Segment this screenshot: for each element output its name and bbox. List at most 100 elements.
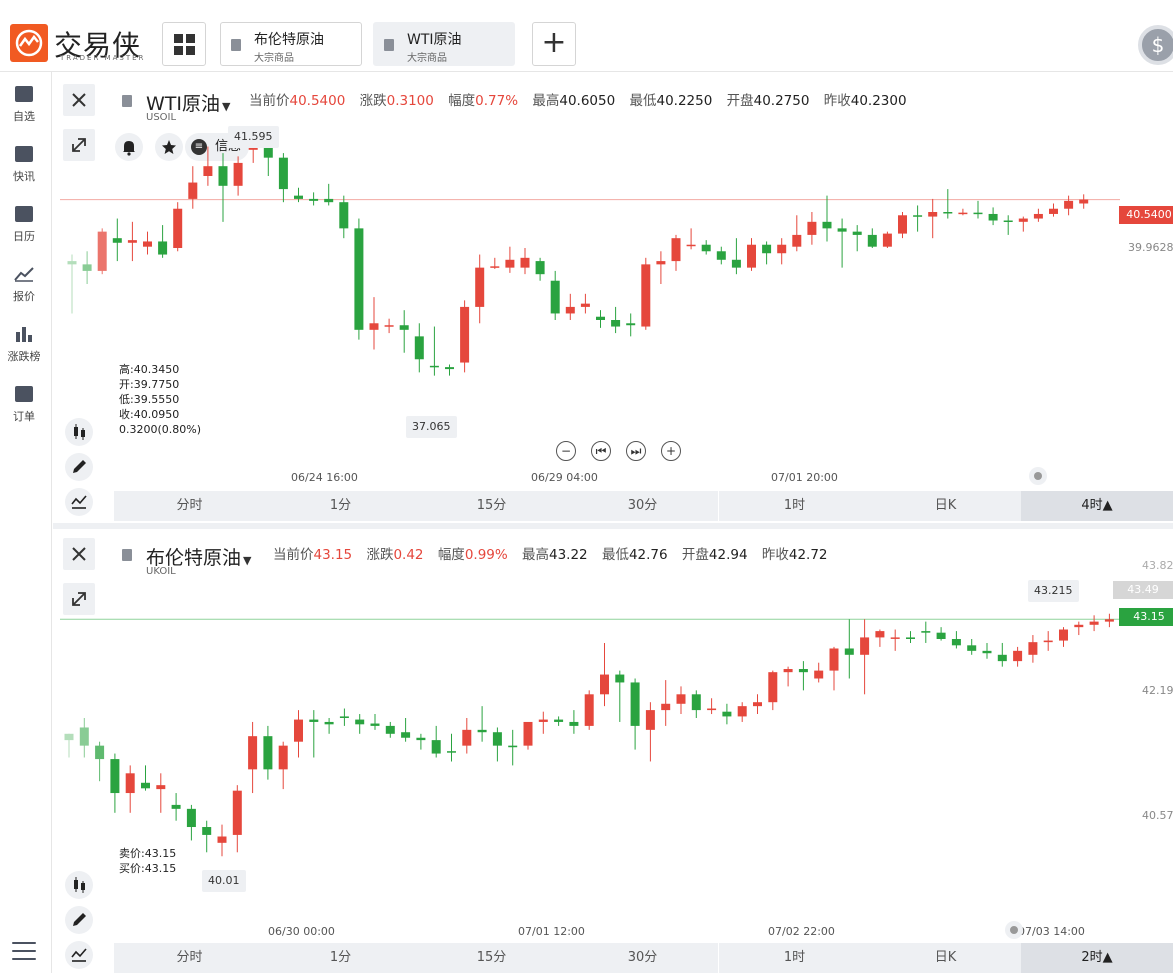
candle xyxy=(278,741,288,790)
time-axis-label: 06/30 00:00 xyxy=(268,925,335,938)
candle-type-button[interactable] xyxy=(65,871,93,899)
quote-label: 昨收 xyxy=(823,93,851,109)
period-tab[interactable]: 1时 xyxy=(719,491,870,521)
brent-quotes: 当前价43.15 涨跌0.42 幅度0.99% 最高43.22 最低42.76 … xyxy=(273,543,828,563)
period-tab[interactable]: 30分 xyxy=(567,943,718,973)
clipboard-icon xyxy=(15,386,33,402)
ohlc-change: 0.3200(0.80%) xyxy=(119,423,202,436)
sidebar-item-label: 订单 xyxy=(13,410,35,423)
period-tab[interactable]: 30分 xyxy=(567,491,718,521)
period-tab[interactable]: 日K xyxy=(870,943,1021,973)
quote-label: 幅度 xyxy=(437,547,465,563)
dollar-icon[interactable]: $ xyxy=(1138,25,1173,65)
scroll-handle[interactable] xyxy=(1005,921,1023,939)
expand-brent-button[interactable] xyxy=(63,583,95,615)
indicator-button[interactable] xyxy=(65,941,93,969)
period-tab[interactable]: 1分 xyxy=(265,943,416,973)
candle xyxy=(1089,615,1099,632)
candle xyxy=(860,619,870,695)
ohlc-close: 收:40.0950 xyxy=(119,408,180,421)
close-wti-button[interactable] xyxy=(63,84,95,116)
candle xyxy=(294,710,303,758)
period-tab[interactable]: 分时 xyxy=(114,491,265,521)
candle xyxy=(875,629,885,647)
tab-wti-sub: 大宗商品 xyxy=(407,53,447,64)
period-tab-selected[interactable]: 2时▲ xyxy=(1021,943,1173,973)
candle xyxy=(324,718,334,734)
close-icon xyxy=(72,93,86,107)
ohlc-low: 低:39.5550 xyxy=(119,393,180,406)
period-tab[interactable]: 15分 xyxy=(416,943,567,973)
candlestick-icon xyxy=(74,877,85,893)
time-axis-label: 06/24 16:00 xyxy=(291,471,358,484)
high-price: 43.22 xyxy=(549,547,588,563)
price-change: 0.42 xyxy=(393,547,424,563)
period-tab[interactable]: 日K xyxy=(870,491,1021,521)
expand-wti-button[interactable] xyxy=(63,129,95,161)
quote-label: 最低 xyxy=(629,93,657,109)
wti-min-tooltip: 37.065 xyxy=(406,416,457,438)
favorite-button[interactable] xyxy=(155,133,183,161)
close-brent-button[interactable] xyxy=(63,538,95,570)
logo-subtitle: TRADER MASTER xyxy=(60,54,146,62)
add-tab-button[interactable]: + xyxy=(532,22,576,66)
zoom-out-button[interactable]: − xyxy=(556,441,576,461)
brent-period-bar: 分时 1分 15分 30分 1时 日K 2时▲ xyxy=(114,943,1173,973)
candle xyxy=(890,629,900,651)
quote-label: 开盘 xyxy=(726,93,754,109)
period-tab[interactable]: 1时 xyxy=(719,943,870,973)
time-axis-label: 07/01 12:00 xyxy=(518,925,585,938)
prev-close: 40.2300 xyxy=(850,93,907,109)
sidebar-item-orders[interactable]: 订单 xyxy=(0,386,48,424)
jump-end-button[interactable]: ⏭ xyxy=(626,441,646,461)
candle xyxy=(508,729,518,766)
scroll-handle[interactable] xyxy=(1029,467,1047,485)
draw-button[interactable] xyxy=(65,453,93,481)
candle xyxy=(217,824,227,857)
sidebar-item-label: 日历 xyxy=(13,230,35,243)
candle xyxy=(707,698,717,715)
candle xyxy=(309,710,319,758)
list-icon: ≡ xyxy=(191,139,207,155)
period-tab[interactable]: 分时 xyxy=(114,943,265,973)
period-tab-selected[interactable]: 4时▲ xyxy=(1021,491,1173,521)
candle xyxy=(385,721,395,738)
close-icon xyxy=(72,547,86,561)
sidebar-item-watchlist[interactable]: 自选 xyxy=(0,86,48,124)
sidebar-item-quotes[interactable]: 报价 xyxy=(0,266,48,304)
sidebar-item-news[interactable]: 快讯 xyxy=(0,146,48,184)
logo-icon xyxy=(10,24,48,62)
brent-price-tag: 43.15 xyxy=(1119,608,1173,626)
candle xyxy=(401,718,411,742)
high-price: 40.6050 xyxy=(559,93,616,109)
menu-icon[interactable] xyxy=(12,942,36,962)
star-icon xyxy=(162,140,176,154)
jump-start-button[interactable]: ⏮ xyxy=(591,441,611,461)
candle xyxy=(370,714,380,730)
tab-wti[interactable]: WTI原油 大宗商品 xyxy=(373,22,515,66)
sidebar-item-label: 自选 xyxy=(13,110,35,123)
doc-icon xyxy=(231,39,241,51)
panel-divider xyxy=(53,523,1173,529)
indicator-button[interactable] xyxy=(65,488,93,516)
candle xyxy=(906,631,915,643)
zoom-in-button[interactable]: + xyxy=(661,441,681,461)
expand-icon xyxy=(72,592,86,606)
tab-brent[interactable]: 布伦特原油 大宗商品 xyxy=(220,22,362,66)
candle xyxy=(1043,631,1053,651)
candle-type-button[interactable] xyxy=(65,418,93,446)
tab-brent-sub: 大宗商品 xyxy=(254,53,294,64)
period-tab[interactable]: 1分 xyxy=(265,491,416,521)
candle xyxy=(1013,646,1023,667)
alert-button[interactable] xyxy=(115,133,143,161)
sidebar-item-rankings[interactable]: 涨跌榜 xyxy=(0,326,48,364)
sidebar-item-label: 涨跌榜 xyxy=(7,350,41,363)
draw-button[interactable] xyxy=(65,906,93,934)
candle xyxy=(661,680,671,726)
period-tab[interactable]: 15分 xyxy=(416,491,567,521)
wti-ohlc-panel: 高:40.3450 开:39.7750 低:39.5550 收:40.0950 … xyxy=(119,362,201,437)
brent-hover-tag: 43.49 xyxy=(1113,581,1173,599)
grid-layout-button[interactable] xyxy=(162,22,206,66)
quote-label: 涨跌 xyxy=(366,547,394,563)
sidebar-item-calendar[interactable]: 日历 xyxy=(0,206,48,244)
